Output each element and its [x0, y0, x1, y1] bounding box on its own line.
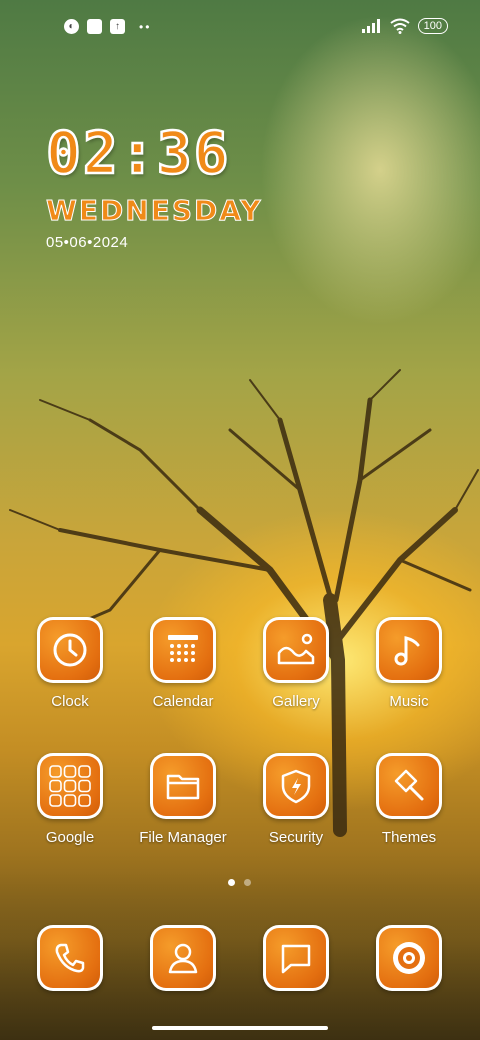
app-gallery[interactable]: Gallery: [240, 617, 352, 710]
dock-messages[interactable]: [240, 925, 352, 991]
page-indicator[interactable]: [228, 879, 251, 886]
signal-icon: [361, 19, 380, 33]
dock-browser[interactable]: [353, 925, 465, 991]
app-gallery-inner: [266, 620, 326, 680]
app-google-tile: [37, 753, 103, 819]
status-bar: ◐ ↑ •• 100: [0, 0, 480, 56]
dock-phone[interactable]: [14, 925, 126, 991]
contacts-icon: [168, 943, 198, 974]
app-google-folder[interactable]: Google: [14, 753, 126, 846]
phone-icon: [55, 943, 85, 973]
app-calendar[interactable]: Calendar: [127, 617, 239, 710]
app-label-gallery: Gallery: [272, 693, 320, 710]
app-google-inner: [40, 756, 100, 816]
app-clock-inner: [40, 620, 100, 680]
app-gallery-tile: [263, 617, 329, 683]
app-calendar-inner: [153, 620, 213, 680]
app-clock-tile: [37, 617, 103, 683]
clock-date: 05•06•2024: [46, 234, 129, 251]
status-right: 100: [361, 18, 448, 34]
app-label-music: Music: [389, 693, 429, 710]
gesture-bar[interactable]: [152, 1026, 328, 1030]
dock-messages-tile: [263, 925, 329, 991]
square-icon: [87, 19, 102, 34]
app-file-manager[interactable]: File Manager: [127, 753, 239, 846]
app-file-manager-inner: [153, 756, 213, 816]
messages-icon: [281, 944, 311, 974]
app-security-tile: [263, 753, 329, 819]
more-dots: ••: [139, 19, 152, 34]
app-music-tile: [376, 617, 442, 683]
app-security[interactable]: Security: [240, 753, 352, 846]
app-music-inner: [379, 620, 439, 680]
shield-icon: [281, 769, 311, 804]
battery-icon: 100: [417, 18, 448, 34]
app-label-google: Google: [45, 829, 95, 846]
app-label-clock: Clock: [51, 693, 89, 710]
dock-phone-tile: [37, 925, 103, 991]
status-left: ◐ ↑ ••: [64, 19, 151, 34]
folder-icon: [166, 774, 200, 800]
dock-contacts[interactable]: [127, 925, 239, 991]
dock-browser-tile: [376, 925, 442, 991]
app-themes[interactable]: Themes: [353, 753, 465, 846]
app-clock[interactable]: Clock: [14, 617, 126, 710]
page-dot-1[interactable]: [228, 879, 235, 886]
app-security-inner: [266, 756, 326, 816]
clock-day: WEDNESDAY: [46, 194, 263, 228]
notification-icon: ◐: [64, 19, 79, 34]
app-themes-tile: [376, 753, 442, 819]
gallery-icon: [277, 633, 315, 665]
wifi-icon: [390, 18, 410, 34]
clock-widget[interactable]: 02:36 WEDNESDAY 05•06•2024: [45, 118, 263, 251]
app-themes-inner: [379, 756, 439, 816]
app-file-manager-tile: [150, 753, 216, 819]
calendar-icon: [168, 635, 198, 662]
dock-browser-inner: [379, 928, 439, 988]
clock-time: 02:36: [45, 118, 231, 189]
upload-icon: ↑: [110, 19, 125, 34]
page-dot-2[interactable]: [244, 879, 251, 886]
app-music[interactable]: Music: [353, 617, 465, 710]
dock-messages-inner: [266, 928, 326, 988]
music-icon: [394, 636, 420, 666]
dock-contacts-inner: [153, 928, 213, 988]
browser-icon: [393, 942, 425, 974]
app-label-file-manager: File Manager: [139, 829, 227, 846]
app-label-themes: Themes: [381, 829, 437, 846]
dock-phone-inner: [40, 928, 100, 988]
app-label-security: Security: [268, 829, 324, 846]
app-label-calendar: Calendar: [152, 693, 214, 710]
brush-icon: [394, 769, 424, 801]
dock-contacts-tile: [150, 925, 216, 991]
clock-icon: [53, 633, 87, 667]
app-calendar-tile: [150, 617, 216, 683]
google-folder-icon: [49, 765, 91, 807]
